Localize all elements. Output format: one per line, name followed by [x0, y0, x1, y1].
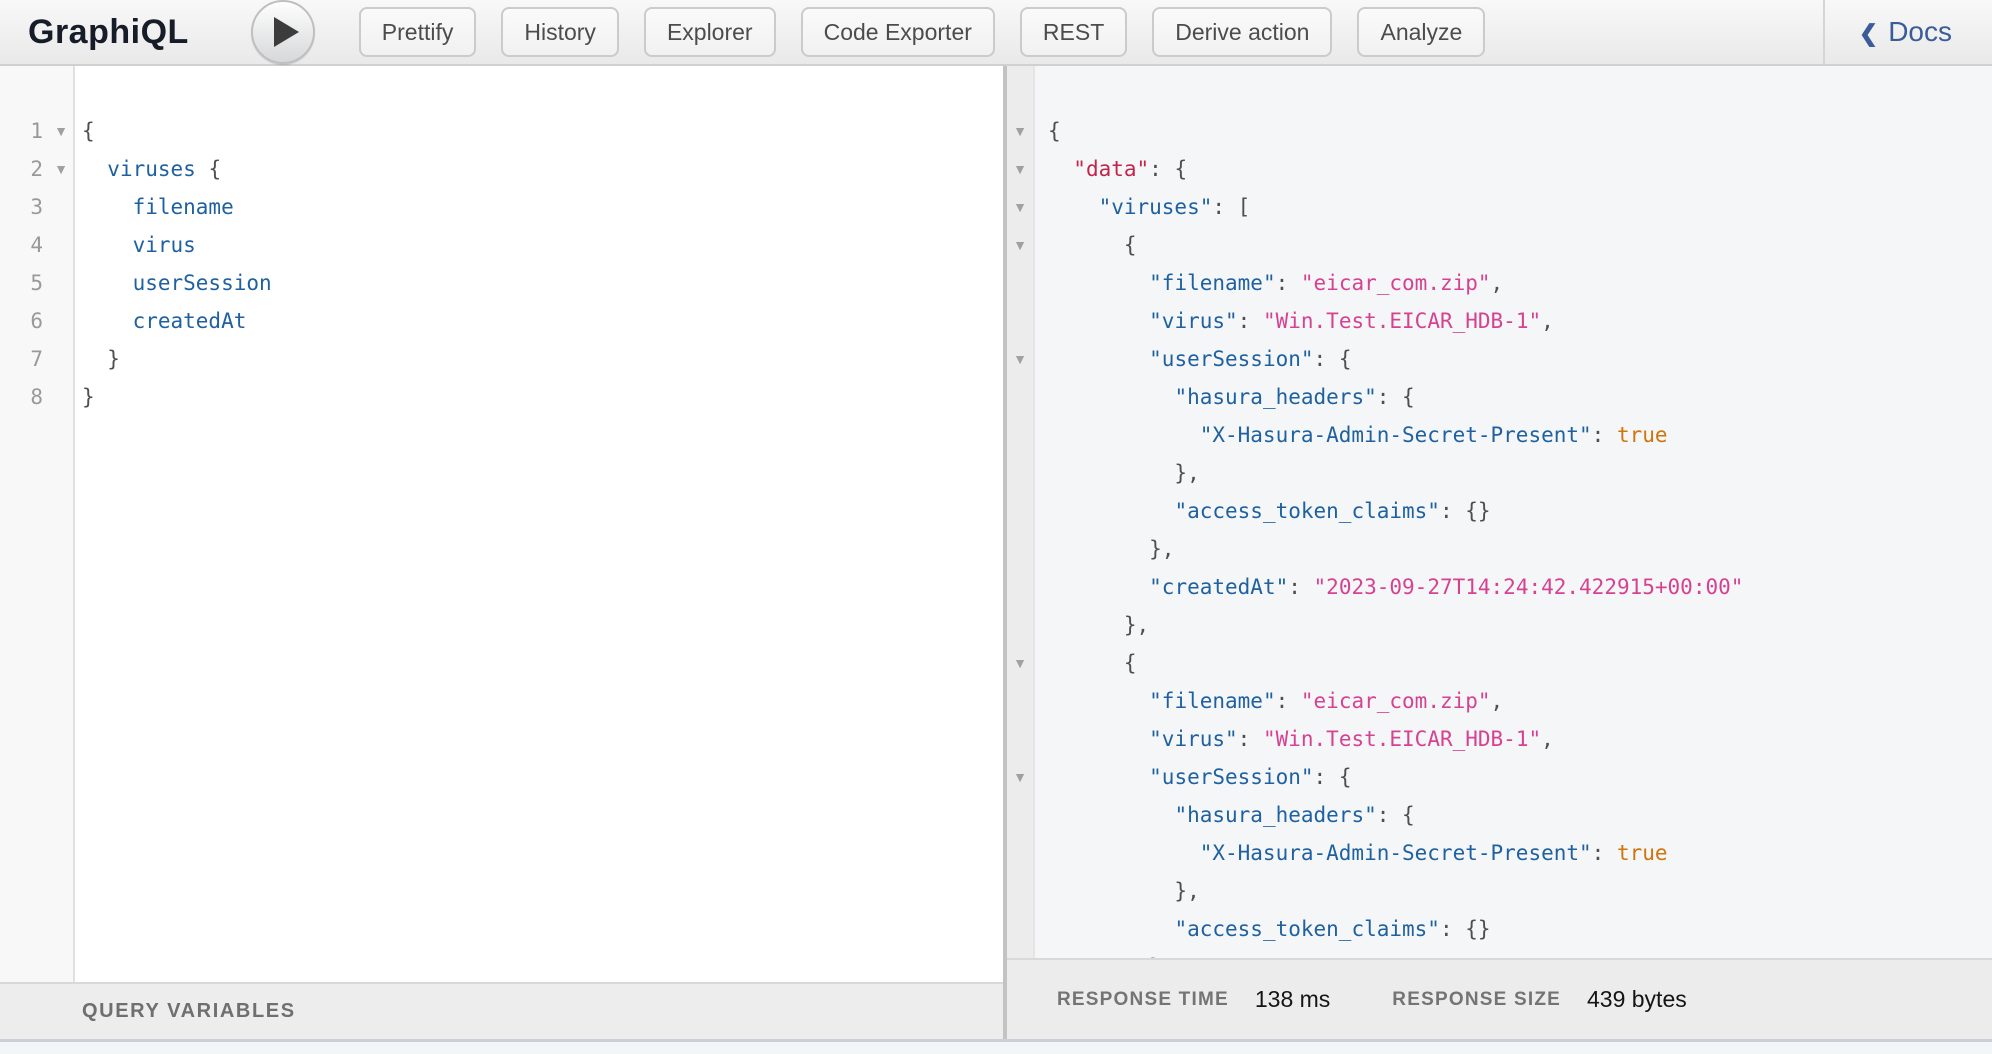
- fold-arrow-icon[interactable]: ▼: [1007, 758, 1033, 796]
- response-time-label: RESPONSE TIME: [1057, 989, 1229, 1011]
- code-line: "createdAt": "2023-09-27T14:24:42.422915…: [1048, 568, 1743, 606]
- gutter-row: 2▼: [0, 150, 73, 188]
- page-background: [0, 1042, 1992, 1054]
- gutter-row: 8: [0, 378, 73, 416]
- play-icon: [274, 17, 299, 47]
- response-stats-footer: RESPONSE TIME 138 ms RESPONSE SIZE 439 b…: [1007, 958, 1992, 1039]
- line-number: 1: [30, 112, 43, 150]
- code-line: "hasura_headers": {: [1048, 796, 1743, 834]
- toolbar-button-history[interactable]: History: [501, 7, 619, 57]
- gutter-row: 7: [0, 340, 73, 378]
- fold-arrow-icon[interactable]: ▼: [54, 112, 68, 150]
- execute-query-button[interactable]: [251, 0, 315, 64]
- response-size-label: RESPONSE SIZE: [1392, 989, 1561, 1011]
- code-line: },: [1048, 948, 1743, 958]
- response-size-value: 439 bytes: [1587, 986, 1687, 1013]
- code-line: "filename": "eicar_com.zip",: [1048, 682, 1743, 720]
- gutter-row: 6: [0, 302, 73, 340]
- line-number: 4: [30, 226, 43, 264]
- code-line: "data": {: [1048, 150, 1743, 188]
- query-variables-title: QUERY VARIABLES: [82, 1000, 296, 1023]
- code-line: "X-Hasura-Admin-Secret-Present": true: [1048, 416, 1743, 454]
- query-code[interactable]: { viruses { filename virus userSession c…: [82, 112, 999, 416]
- graphiql-app: GraphiQL Prettify History Explorer Code Exp…: [0, 0, 1992, 1054]
- toolbar-button-derive-action[interactable]: Derive action: [1152, 7, 1332, 57]
- response-time-value: 138 ms: [1255, 986, 1330, 1013]
- line-number: 3: [30, 188, 43, 226]
- fold-arrow-icon[interactable]: ▼: [54, 150, 68, 188]
- code-line: {: [82, 112, 999, 150]
- code-line: virus: [82, 226, 999, 264]
- query-editor-gutter: 1▼2▼345678: [0, 66, 75, 982]
- line-number: 7: [30, 340, 43, 378]
- toolbar-button-prettify[interactable]: Prettify: [359, 7, 477, 57]
- code-line: "userSession": {: [1048, 340, 1743, 378]
- fold-arrow-icon[interactable]: ▼: [1007, 644, 1033, 682]
- code-line: {: [1048, 644, 1743, 682]
- docs-label: Docs: [1888, 16, 1952, 48]
- chevron-left-icon: ❮: [1859, 20, 1878, 47]
- code-line: },: [1048, 606, 1743, 644]
- toolbar-button-rest[interactable]: REST: [1020, 7, 1127, 57]
- gutter-row: 1▼: [0, 112, 73, 150]
- fold-arrow-icon[interactable]: ▼: [1007, 226, 1033, 264]
- query-variables-bar[interactable]: QUERY VARIABLES: [0, 982, 1003, 1039]
- graphiql-logo: GraphiQL: [28, 13, 189, 52]
- code-line: },: [1048, 454, 1743, 492]
- line-number: 6: [30, 302, 43, 340]
- docs-section: ❮ Docs: [1823, 0, 1992, 64]
- docs-link[interactable]: ❮ Docs: [1859, 16, 1952, 48]
- code-line: "viruses": [: [1048, 188, 1743, 226]
- code-line: }: [82, 340, 999, 378]
- gutter-row: 4: [0, 226, 73, 264]
- fold-arrow-icon[interactable]: ▼: [1007, 188, 1033, 226]
- toolbar: GraphiQL Prettify History Explorer Code Exp…: [0, 0, 1992, 66]
- toolbar-button-code-exporter[interactable]: Code Exporter: [801, 7, 995, 57]
- fold-arrow-icon[interactable]: ▼: [1007, 340, 1033, 378]
- line-number: 5: [30, 264, 43, 302]
- code-line: {: [1048, 112, 1743, 150]
- code-line: "virus": "Win.Test.EICAR_HDB-1",: [1048, 720, 1743, 758]
- code-line: viruses {: [82, 150, 999, 188]
- fold-arrow-icon[interactable]: ▼: [1007, 150, 1033, 188]
- code-line: "virus": "Win.Test.EICAR_HDB-1",: [1048, 302, 1743, 340]
- code-line: "userSession": {: [1048, 758, 1743, 796]
- response-fold-gutter: ▼▼▼▼▼▼▼: [1007, 66, 1035, 958]
- code-line: "access_token_claims": {}: [1048, 492, 1743, 530]
- code-line: "hasura_headers": {: [1048, 378, 1743, 416]
- line-number: 8: [30, 378, 43, 416]
- toolbar-button-analyze[interactable]: Analyze: [1357, 7, 1485, 57]
- code-line: "access_token_claims": {}: [1048, 910, 1743, 948]
- code-line: }: [82, 378, 999, 416]
- code-line: "filename": "eicar_com.zip",: [1048, 264, 1743, 302]
- fold-arrow-icon[interactable]: ▼: [1007, 112, 1033, 150]
- query-editor[interactable]: 1▼2▼345678 { viruses { filename virus us…: [0, 66, 1003, 982]
- line-number: 2: [30, 150, 43, 188]
- gutter-row: 3: [0, 188, 73, 226]
- code-line: userSession: [82, 264, 999, 302]
- code-line: createdAt: [82, 302, 999, 340]
- code-line: "X-Hasura-Admin-Secret-Present": true: [1048, 834, 1743, 872]
- toolbar-button-explorer[interactable]: Explorer: [644, 7, 776, 57]
- code-line: {: [1048, 226, 1743, 264]
- toolbar-buttons: Prettify History Explorer Code Exporter REST…: [359, 7, 1486, 57]
- gutter-row: 5: [0, 264, 73, 302]
- code-line: },: [1048, 872, 1743, 910]
- query-gutter-rows: 1▼2▼345678: [0, 112, 73, 416]
- code-line: },: [1048, 530, 1743, 568]
- response-viewer[interactable]: { "data": { "viruses": [ { "filename": "…: [1035, 66, 1992, 958]
- code-line: filename: [82, 188, 999, 226]
- response-code: { "data": { "viruses": [ { "filename": "…: [1048, 112, 1743, 958]
